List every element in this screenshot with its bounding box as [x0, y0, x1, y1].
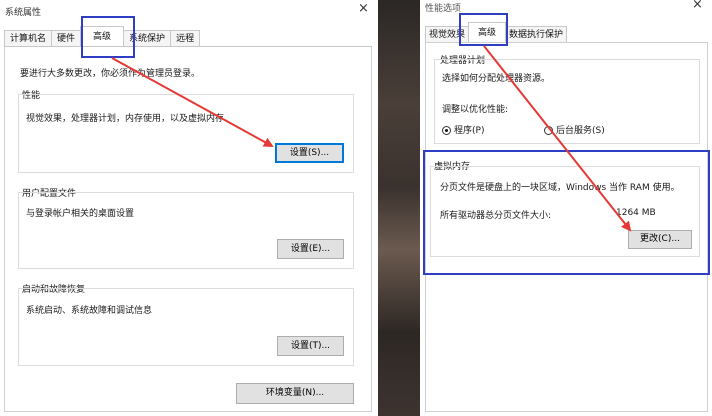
annotation-arrows	[111, 45, 632, 232]
arrow-to-performance-settings	[111, 57, 274, 147]
arrow-to-change-button	[483, 45, 632, 232]
